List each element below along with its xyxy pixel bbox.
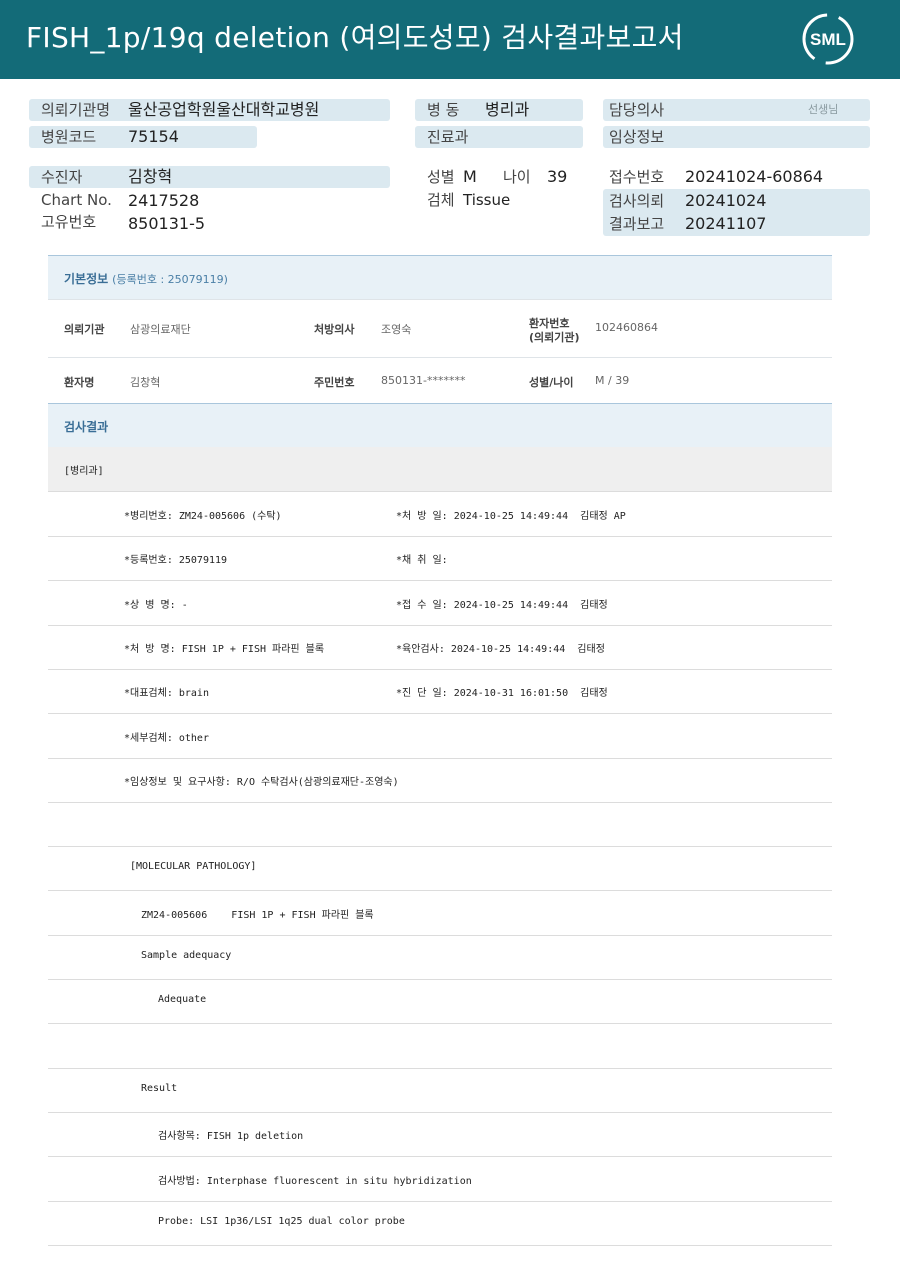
results-title: 검사결과 [64,420,109,434]
report-label: 결과보고 [609,215,665,233]
basic-info-title: 기본정보 (등록번호 : 25079119) [64,272,228,286]
report-header: FISH_1p/19q deletion (여의도성모) 검사결과보고서 SML [0,0,900,79]
uid-label: 고유번호 [41,213,97,231]
sml-logo: SML [800,12,856,66]
sexage-key: 성별/나이 [529,376,574,389]
result-line-row [48,802,832,848]
result-line-left: *상 병 명: - [124,599,188,611]
info-row-1: 의뢰기관 삼광의료재단 처방의사 조영숙 환자번호 (의뢰기관) 1024608… [48,299,832,358]
pno-value: 102460864 [595,321,658,334]
sex-value: M [463,167,477,186]
doctor-suffix: 선생님 [808,103,839,116]
result-line-row: 검사항목: FISH 1p deletion [48,1112,832,1158]
reception-label: 접수번호 [609,168,665,186]
patient-value: 김창혁 [128,167,173,186]
result-line-row: Adequate [48,979,832,1025]
chart-label: Chart No. [41,191,112,209]
results-header: 검사결과 [48,403,832,447]
specimen-label: 검체 [427,191,455,209]
basic-info-subtitle: (등록번호 : 25079119) [112,273,228,286]
hospital-value: 울산공업학원울산대학교병원 [128,100,320,119]
sexage-value: M / 39 [595,374,630,387]
sex-label: 성별 [427,168,455,186]
result-line-left: *병리번호: ZM24-005606 (수탁) [124,511,282,522]
result-line-right: *접 수 일: 2024-10-25 14:49:44 김태정 [396,599,608,611]
result-line-row: *상 병 명: - *접 수 일: 2024-10-25 14:49:44 김태정 [48,581,832,626]
report-title: FISH_1p/19q deletion (여의도성모) 검사결과보고서 [26,21,684,54]
result-line-row: 검사방법: Interphase fluorescent in situ hyb… [48,1157,832,1202]
result-line-row: *임상정보 및 요구사항: R/O 수탁검사(삼광의료재단-조영숙) [48,758,832,803]
ward-label: 병 동 [427,101,460,119]
rrn-value: 850131-******* [381,374,466,387]
result-line-row: *세부검체: other [48,714,832,759]
name-key: 환자명 [64,376,95,389]
dept-line: [병리과] [64,466,104,477]
dept-line-row: [병리과] [48,447,832,492]
specimen-value: Tissue [463,191,511,209]
result-line-left: Sample adequacy [141,950,232,961]
result-line-left: ZM24-005606 FISH 1P + FISH 파라핀 블록 [141,909,374,921]
patient-pill [29,166,390,188]
chart-value: 2417528 [128,191,200,210]
result-line-row: *처 방 명: FISH 1P + FISH 파라핀 블록 *육안검사: 2024… [48,625,832,670]
result-line-right: *육안검사: 2024-10-25 14:49:44 김태정 [396,643,605,655]
hospital-label: 의뢰기관명 [41,101,111,119]
result-line-left: *세부검체: other [124,732,209,744]
clinical-label: 임상정보 [609,128,665,146]
uid-value: 850131-5 [128,214,206,233]
basic-info-header: 기본정보 (등록번호 : 25079119) [48,255,832,300]
result-line-left: *대표검체: brain [124,688,209,700]
result-line-row: *대표검체: brain *진 단 일: 2024-10-31 16:01:50 … [48,669,832,715]
result-line-row: *등록번호: 25079119 *채 취 일: [48,536,832,582]
request-value: 20241024 [685,191,767,210]
logo-text: SML [810,30,846,49]
result-line-row [48,1024,832,1069]
hospcode-label: 병원코드 [41,128,97,146]
result-line-left: 검사방법: Interphase fluorescent in situ hyb… [158,1175,472,1187]
result-line-left: Probe: LSI 1p36/LSI 1q25 dual color prob… [158,1215,405,1227]
doctor-label: 담당의사 [609,101,665,119]
result-line-left: *임상정보 및 요구사항: R/O 수탁검사(삼광의료재단-조영숙) [124,776,399,788]
result-line-right: *채 취 일: [396,555,448,567]
result-line-left: 검사항목: FISH 1p deletion [158,1131,304,1143]
name-value: 김창혁 [130,376,161,389]
presc-key: 처방의사 [314,323,355,336]
result-panel: 기본정보 (등록번호 : 25079119) 의뢰기관 삼광의료재단 처방의사 조… [48,255,832,1255]
result-line-left: *처 방 명: FISH 1P + FISH 파라핀 블록 [124,643,325,655]
result-line-left: Adequate [158,994,207,1006]
result-line-left: *등록번호: 25079119 [124,555,228,567]
inst-value: 삼광의료재단 [130,323,191,336]
age-value: 39 [547,167,568,186]
result-line-right: *처 방 일: 2024-10-25 14:49:44 김태정 AP [396,511,626,522]
age-label: 나이 [503,168,531,186]
result-line-left: [MOLECULAR PATHOLOGY] [130,861,257,873]
hospcode-value: 75154 [128,127,179,146]
rrn-key: 주민번호 [314,376,355,389]
reception-value: 20241024-60864 [685,167,824,186]
result-line-row: Probe: LSI 1p36/LSI 1q25 dual color prob… [48,1201,832,1246]
inst-key: 의뢰기관 [64,323,105,336]
result-line-row: *병리번호: ZM24-005606 (수탁) *처 방 일: 2024-10-2… [48,492,832,537]
result-line-row: ZM24-005606 FISH 1P + FISH 파라핀 블록 [48,891,832,936]
presc-value: 조영숙 [381,323,412,336]
result-line-row: Result [48,1068,832,1113]
info-row-2: 환자명 김창혁 주민번호 850131-******* 성별/나이 M / 39 [48,357,832,404]
report-value: 20241107 [685,214,767,233]
result-line-row: [MOLECULAR PATHOLOGY] [48,846,832,892]
result-line-row: Sample adequacy [48,935,832,980]
dept-label: 진료과 [427,128,469,146]
pno-key-sub: (의뢰기관) [529,331,580,344]
result-line-left: Result [141,1082,178,1094]
ward-value: 병리과 [485,100,530,119]
request-label: 검사의뢰 [609,192,665,210]
patient-label: 수진자 [41,168,83,186]
result-line-right: *진 단 일: 2024-10-31 16:01:50 김태정 [396,688,608,700]
